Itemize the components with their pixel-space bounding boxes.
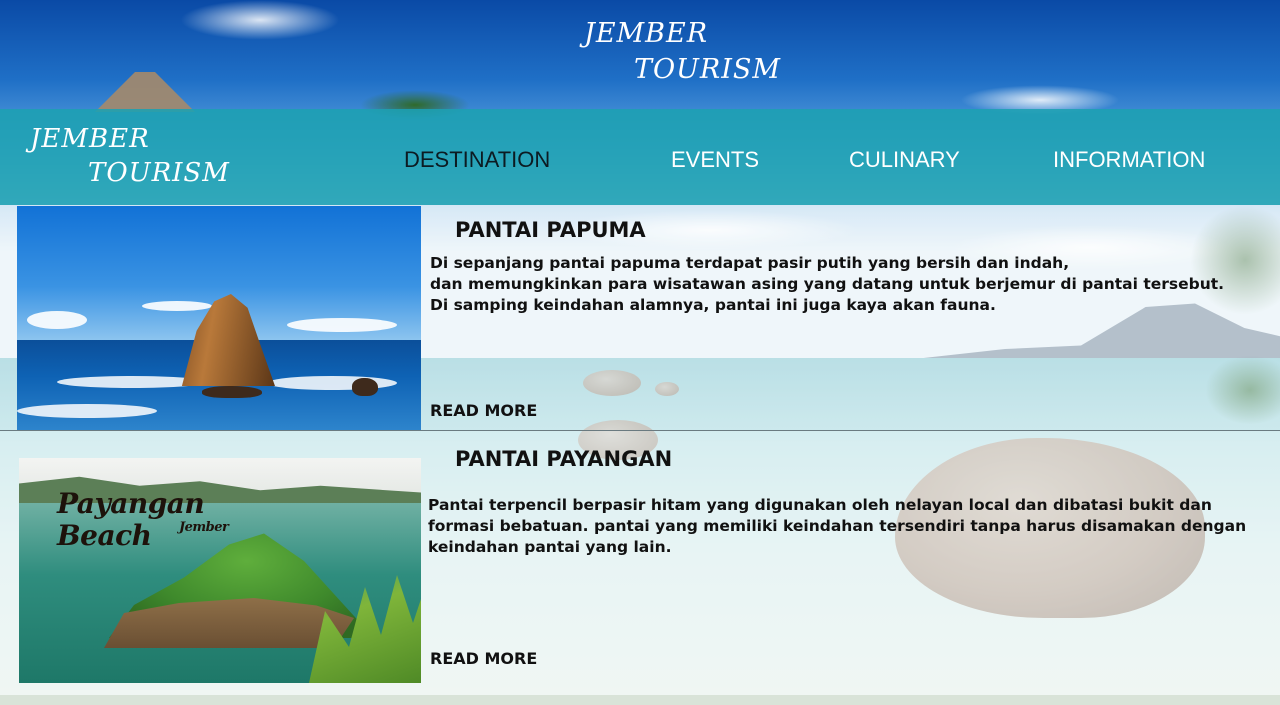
nav-culinary[interactable]: CULINARY	[849, 146, 960, 174]
read-more-link[interactable]: READ MORE	[430, 649, 537, 669]
site-title-line1: JEMBER	[584, 18, 709, 49]
brand-line1: JEMBER	[30, 124, 150, 154]
nav-destination[interactable]: DESTINATION	[404, 146, 550, 174]
navbar: JEMBER TOURISM DESTINATION EVENTS CULINA…	[0, 109, 1280, 205]
nav-events[interactable]: EVENTS	[671, 146, 759, 174]
destination-description: Pantai terpencil berpasir hitam yang dig…	[428, 495, 1246, 558]
payangan-beach-logo: Payangan Beach Jember	[57, 487, 229, 552]
brand-logo[interactable]: JEMBER TOURISM	[30, 122, 230, 192]
brand-line2: TOURISM	[88, 158, 230, 188]
description-line: keindahan pantai yang lain.	[428, 538, 672, 556]
bottom-strip	[0, 695, 1280, 705]
description-line: Di sepanjang pantai papuma terdapat pasi…	[430, 254, 1070, 272]
destination-card-papuma: PANTAI PAPUMA Di sepanjang pantai papuma…	[0, 205, 1280, 431]
nav-information[interactable]: INFORMATION	[1053, 146, 1205, 174]
destination-description: Di sepanjang pantai papuma terdapat pasi…	[430, 253, 1224, 316]
description-line: Pantai terpencil berpasir hitam yang dig…	[428, 496, 1212, 514]
read-more-link[interactable]: READ MORE	[430, 401, 537, 421]
site-title-line2: TOURISM	[634, 54, 782, 85]
site-title: JEMBER TOURISM	[584, 16, 784, 88]
description-line: dan memungkinkan para wisatawan asing ya…	[430, 275, 1225, 293]
payangan-photo[interactable]: Payangan Beach Jember	[19, 458, 421, 683]
destination-title: PANTAI PAYANGAN	[455, 447, 673, 471]
destination-card-payangan: Payangan Beach Jember PANTAI PAYANGAN Pa…	[0, 431, 1280, 695]
description-line: formasi bebatuan. pantai yang memiliki k…	[428, 517, 1247, 535]
description-line: Di samping keindahan alamnya, pantai ini…	[430, 296, 996, 314]
destination-list: PANTAI PAPUMA Di sepanjang pantai papuma…	[0, 205, 1280, 695]
papuma-photo[interactable]	[17, 206, 421, 430]
background-cloud	[180, 0, 340, 40]
destination-title: PANTAI PAPUMA	[455, 218, 646, 242]
